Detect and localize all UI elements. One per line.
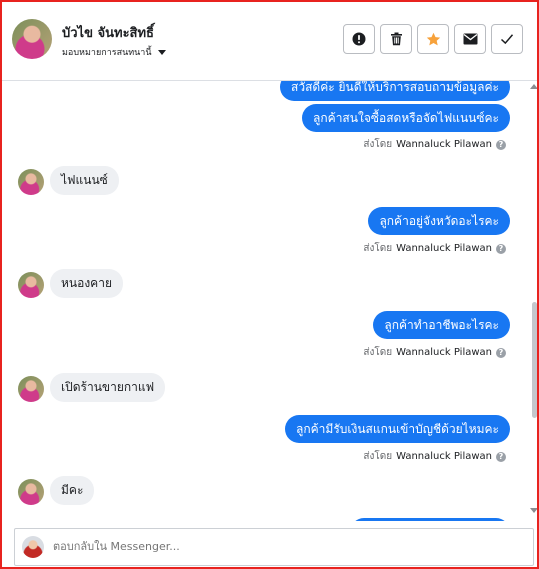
help-icon[interactable]: ? [496,243,506,254]
outgoing-message[interactable]: ลูกค้ามีรับเงินสแกนเข้าบัญชีด้วยไหมคะ [285,415,510,443]
contact-avatar[interactable] [18,479,44,505]
checkmark-icon [500,34,514,45]
outgoing-message[interactable]: สวัสดีค่ะ ยินดีให้บริการสอบถามข้อมูลค่ะ [280,81,510,101]
spam-button[interactable] [343,24,375,54]
sent-by-info: ส่งโดย Wannaluck Pilawan ? [363,137,506,152]
envelope-icon [463,33,477,45]
help-icon[interactable]: ? [496,451,506,462]
sent-by-prefix: ส่งโดย [363,139,393,150]
done-button[interactable] [491,24,523,54]
outgoing-message[interactable]: ลูกค้าทำอาชีพอะไรคะ [373,311,510,339]
sent-by-agent[interactable]: Wannaluck Pilawan [396,347,492,358]
exclamation-icon [352,32,366,46]
conversation-header: บัวไข จันทะสิทธิ์ มอบหมายการสนทนานี้ [2,2,537,81]
delete-button[interactable] [380,24,412,54]
reply-composer [14,528,534,566]
contact-avatar[interactable] [12,19,52,59]
contact-name[interactable]: บัวไข จันทะสิทธิ์ [62,22,154,43]
sent-by-info: ส่งโดย Wannaluck Pilawan ? [363,241,506,256]
incoming-message[interactable]: หนองคาย [50,269,123,298]
scrollbar[interactable] [526,82,537,517]
outgoing-message[interactable]: ลูกค้าสนใจซื้อสดหรือจัดไฟแนนซ์คะ [302,104,510,132]
caret-down-icon [157,49,166,55]
conversation-actions [343,24,523,54]
sent-by-prefix: ส่งโดย [363,243,393,254]
mark-unread-button[interactable] [454,24,486,54]
trash-icon [390,32,402,46]
incoming-message[interactable]: มีคะ [50,476,95,505]
help-icon[interactable]: ? [496,347,506,358]
message-thread[interactable]: สวัสดีค่ะ ยินดีให้บริการสอบถามข้อมูลค่ะ … [2,81,523,521]
reply-input[interactable] [53,540,513,553]
page-avatar [22,536,44,558]
assign-dropdown[interactable]: มอบหมายการสนทนานี้ [62,45,166,59]
incoming-message[interactable]: เปิดร้านขายกาแฟ [50,373,166,402]
star-icon [426,32,440,45]
sent-by-prefix: ส่งโดย [363,347,393,358]
sent-by-info: ส่งโดย Wannaluck Pilawan ? [363,449,506,464]
contact-avatar[interactable] [18,272,44,298]
conversation-panel: บัวไข จันทะสิทธิ์ มอบหมายการสนทนานี้ สวั… [0,0,539,569]
assign-label: มอบหมายการสนทนานี้ [62,48,152,58]
scrollbar-thumb[interactable] [532,302,537,418]
scroll-down-arrow-icon[interactable] [530,508,537,513]
sent-by-agent[interactable]: Wannaluck Pilawan [396,451,492,462]
outgoing-message-partial[interactable] [350,518,510,521]
star-button[interactable] [417,24,449,54]
contact-avatar[interactable] [18,376,44,402]
incoming-message[interactable]: ไฟแนนซ์ [50,166,119,195]
sent-by-info: ส่งโดย Wannaluck Pilawan ? [363,345,506,360]
sent-by-agent[interactable]: Wannaluck Pilawan [396,243,492,254]
scroll-up-arrow-icon[interactable] [530,84,537,89]
help-icon[interactable]: ? [496,139,506,150]
sent-by-prefix: ส่งโดย [363,451,393,462]
contact-avatar[interactable] [18,169,44,195]
sent-by-agent[interactable]: Wannaluck Pilawan [396,139,492,150]
outgoing-message[interactable]: ลูกค้าอยู่จังหวัดอะไรคะ [368,207,510,235]
